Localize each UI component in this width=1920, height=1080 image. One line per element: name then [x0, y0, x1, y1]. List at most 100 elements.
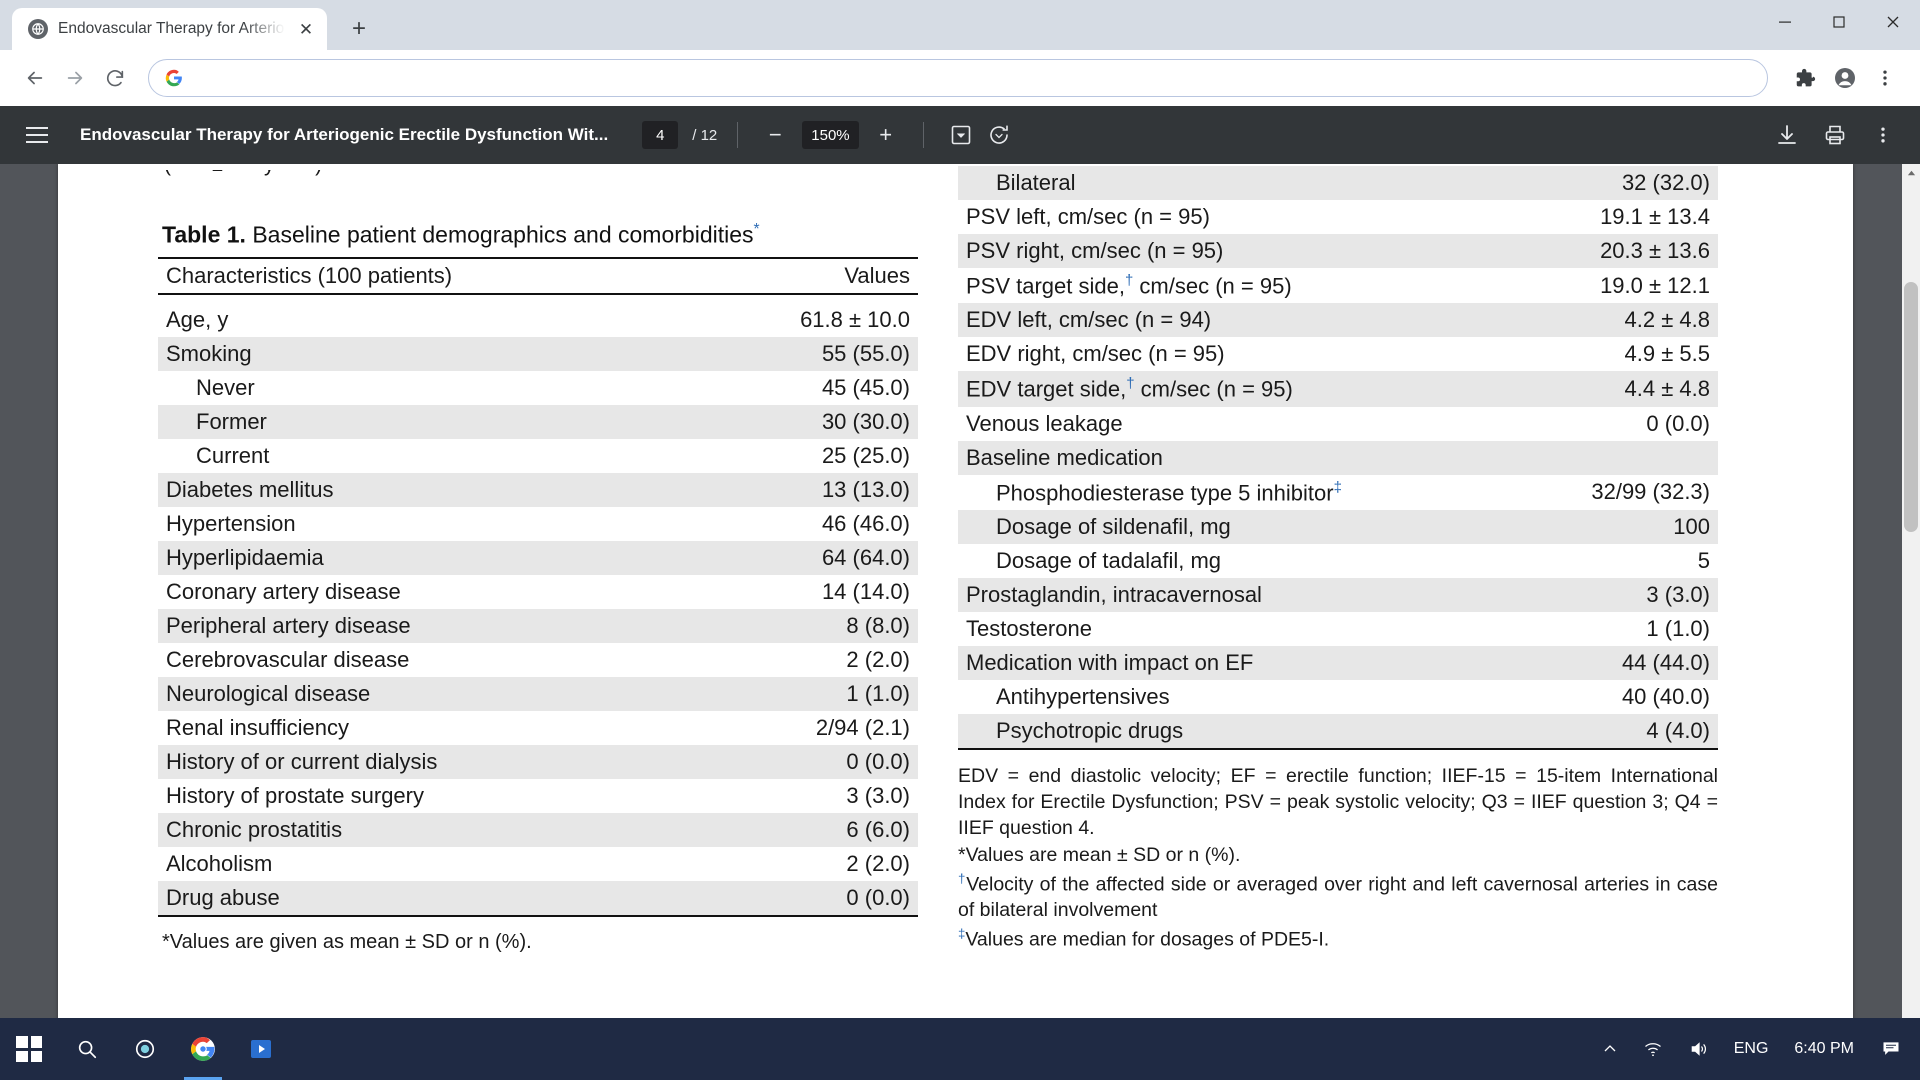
- notification-icon[interactable]: [1868, 1018, 1914, 1080]
- forward-icon[interactable]: [58, 61, 92, 95]
- browser-tab[interactable]: Endovascular Therapy for Arterio ✕: [12, 8, 327, 50]
- row-label-text: PSV target side,: [966, 273, 1125, 299]
- cortana-icon[interactable]: [116, 1018, 174, 1080]
- baseline-demographics-table: Characteristics (100 patients) Values Ag…: [158, 257, 918, 917]
- hamburger-icon[interactable]: [20, 118, 54, 152]
- table-row: Renal insufficiency 2/94 (2.1): [158, 711, 918, 745]
- print-icon[interactable]: [1818, 118, 1852, 152]
- row-value: 32/99 (32.3): [1591, 479, 1710, 505]
- row-value: 30 (30.0): [694, 405, 918, 440]
- row-value: 4.2 ± 4.8: [1523, 303, 1718, 338]
- table-row: Bilateral 32 (32.0): [958, 166, 1718, 200]
- table-row: Former 30 (30.0): [158, 405, 918, 440]
- footnote-star: *Values are mean ± SD or n (%).: [958, 843, 1241, 866]
- row-value: 61.8 ± 10.0: [800, 307, 910, 333]
- table-row: PSV left, cm/sec (n = 95) 19.1 ± 13.4: [958, 200, 1718, 234]
- table-row: Coronary artery disease 14 (14.0): [158, 575, 918, 609]
- reload-icon[interactable]: [98, 61, 132, 95]
- more-options-icon[interactable]: [1866, 118, 1900, 152]
- table-row: Antihypertensives 40 (40.0): [958, 680, 1718, 714]
- wifi-icon[interactable]: [1630, 1018, 1676, 1080]
- chrome-icon[interactable]: [174, 1018, 232, 1080]
- close-window-button[interactable]: [1866, 0, 1920, 44]
- row-label: Never: [196, 375, 255, 401]
- kebab-menu-icon[interactable]: [1868, 61, 1902, 95]
- address-bar[interactable]: [148, 59, 1768, 97]
- new-tab-button[interactable]: +: [341, 11, 377, 47]
- table-row: Drug abuse 0 (0.0): [158, 881, 918, 917]
- row-label: Smoking: [158, 337, 695, 372]
- table-footnotes: EDV = end diastolic velocity; EF = erect…: [958, 764, 1718, 953]
- clock[interactable]: 6:40 PM: [1780, 1018, 1868, 1080]
- close-tab-icon[interactable]: ✕: [295, 18, 317, 40]
- row-value: 4 (4.0): [1523, 713, 1718, 749]
- scrollbar-thumb[interactable]: [1904, 282, 1918, 532]
- page-number-input[interactable]: 4: [642, 121, 679, 149]
- row-value: 6 (6.0): [694, 813, 918, 848]
- table-row: Phosphodiesterase type 5 inhibitor‡ 32/99…: [958, 475, 1718, 510]
- table-row: Baseline medication: [958, 440, 1718, 475]
- dagger-marker: †: [958, 870, 967, 886]
- account-circle-icon[interactable]: [1828, 61, 1862, 95]
- row-value: 40 (40.0): [1621, 683, 1710, 709]
- table-row: Alcoholism 2 (2.0): [158, 847, 918, 881]
- download-icon[interactable]: [1770, 118, 1804, 152]
- row-value: 4.9 ± 5.5: [1624, 341, 1710, 367]
- pdf-toolbar-right: [1770, 118, 1900, 152]
- row-label: Medication with impact on EF: [958, 645, 1524, 680]
- table-caption: Table 1. Baseline patient demographics a…: [158, 220, 918, 249]
- row-value: 64 (64.0): [694, 541, 918, 576]
- maximize-button[interactable]: [1812, 0, 1866, 44]
- row-label: History of prostate surgery: [166, 783, 424, 809]
- table-row: Hyperlipidaemia 64 (64.0): [158, 541, 918, 576]
- windows-start-icon[interactable]: [0, 1018, 58, 1080]
- clipped-text-line: ( — 2 — y — ): [158, 170, 918, 192]
- rotate-icon[interactable]: [982, 118, 1016, 152]
- row-value: 14 (14.0): [821, 579, 910, 605]
- fit-to-page-icon[interactable]: [944, 118, 978, 152]
- media-player-icon[interactable]: [232, 1018, 290, 1080]
- show-hidden-icons-chevron[interactable]: [1590, 1018, 1630, 1080]
- document-scrollbar[interactable]: [1902, 164, 1920, 1072]
- table-row: Smoking 55 (55.0): [158, 337, 918, 372]
- row-label: Current: [196, 443, 270, 469]
- table-body: Age, y 61.8 ± 10.0 Smoking 55 (55.0) Never 45…: [158, 294, 918, 917]
- row-label: Testosterone: [966, 615, 1092, 641]
- left-column: ( — 2 — y — ) Table 1. Baseline patient …: [158, 170, 918, 956]
- row-label-tail: cm/sec (n = 95): [1134, 376, 1293, 402]
- row-value: [1523, 440, 1718, 475]
- row-label: Psychotropic drugs: [958, 713, 1524, 749]
- table-row: EDV right, cm/sec (n = 95) 4.9 ± 5.5: [958, 337, 1718, 371]
- language-indicator[interactable]: ENG: [1722, 1018, 1781, 1080]
- row-label: EDV left, cm/sec (n = 94): [958, 303, 1524, 338]
- google-g-icon: [165, 69, 183, 87]
- table-row: Hypertension 46 (46.0): [158, 507, 918, 541]
- table-row: Neurological disease 1 (1.0): [158, 677, 918, 712]
- table-row: EDV target side,† cm/sec (n = 95) 4.4 ± 4…: [958, 371, 1718, 407]
- table-row: Cerebrovascular disease 2 (2.0): [158, 643, 918, 677]
- row-label: Venous leakage: [966, 410, 1123, 436]
- search-icon[interactable]: [58, 1018, 116, 1080]
- table-row: Dosage of sildenafil, mg 100: [958, 509, 1718, 544]
- minimize-button[interactable]: [1758, 0, 1812, 44]
- back-icon[interactable]: [18, 61, 52, 95]
- toolbar-divider: [737, 122, 739, 148]
- footnote-marker: †: [1126, 375, 1135, 393]
- zoom-out-button[interactable]: −: [758, 118, 792, 152]
- table-row: Age, y 61.8 ± 10.0: [158, 303, 918, 337]
- address-input[interactable]: [195, 70, 1751, 86]
- zoom-level-label[interactable]: 150%: [802, 121, 859, 149]
- table-row: Current 25 (25.0): [158, 439, 918, 473]
- scroll-up-arrow[interactable]: [1902, 164, 1920, 182]
- tab-strip: Endovascular Therapy for Arterio ✕ +: [0, 0, 1920, 50]
- extensions-icon[interactable]: [1788, 61, 1822, 95]
- row-value: 1 (1.0): [694, 677, 918, 712]
- tab-title: Endovascular Therapy for Arterio: [58, 20, 285, 37]
- speaker-icon[interactable]: [1676, 1018, 1722, 1080]
- row-label: Age, y: [166, 307, 229, 333]
- pdf-document-viewport[interactable]: ( — 2 — y — ) Table 1. Baseline patient …: [0, 164, 1920, 1072]
- row-value: 44 (44.0): [1523, 645, 1718, 680]
- row-label: Neurological disease: [158, 677, 695, 712]
- browser-toolbar: [0, 50, 1920, 106]
- zoom-in-button[interactable]: +: [869, 118, 903, 152]
